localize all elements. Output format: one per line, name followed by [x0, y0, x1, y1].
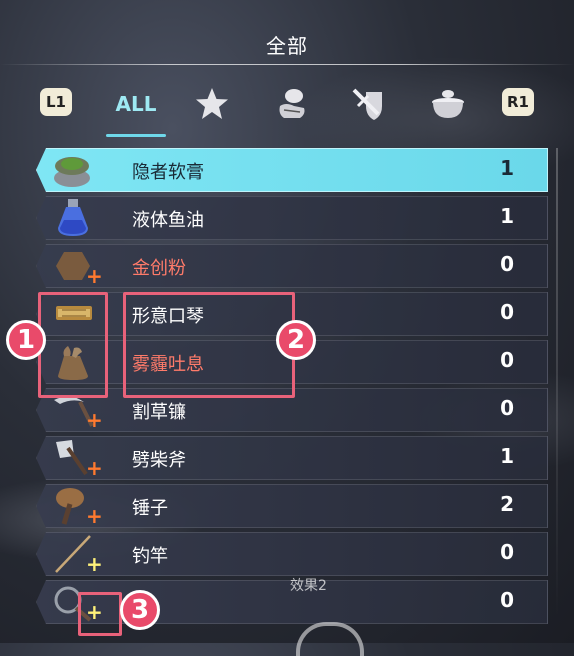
sword-shield-icon — [352, 88, 382, 120]
craftable-plus-icon: + — [86, 408, 103, 432]
item-quantity: 0 — [500, 252, 514, 276]
row-background — [36, 196, 548, 240]
annotation-badge-2: 2 — [276, 320, 316, 360]
list-item[interactable]: + 钓竿 0 — [28, 532, 548, 576]
row-background — [36, 484, 548, 528]
item-quantity: 1 — [500, 204, 514, 228]
list-item[interactable]: 液体鱼油 1 — [28, 196, 548, 240]
craftable-plus-icon: + — [86, 504, 103, 528]
item-name: 劈柴斧 — [132, 450, 186, 471]
tab-all[interactable]: ALL — [110, 86, 162, 122]
annotation-badge-3: 3 — [120, 590, 160, 630]
item-name: 锤子 — [132, 498, 168, 519]
craftable-plus-icon: + — [86, 456, 103, 480]
page-title: 全部 — [266, 34, 308, 58]
item-name: 隐者软膏 — [132, 162, 204, 183]
item-quantity: 0 — [500, 396, 514, 420]
item-quantity: 0 — [500, 588, 514, 612]
category-tabs: L1 ALL R1 — [0, 80, 574, 128]
highlight-box-names — [123, 292, 295, 398]
item-quantity: 0 — [500, 300, 514, 324]
craftable-plus-icon: + — [86, 264, 103, 288]
list-item[interactable]: + 金创粉 0 — [28, 244, 548, 288]
item-name: 钓竿 — [132, 546, 168, 567]
row-background — [36, 436, 548, 480]
highlight-box-icons — [38, 292, 108, 398]
star-icon — [196, 88, 228, 119]
tab-items[interactable] — [268, 86, 316, 122]
item-quantity: 0 — [500, 348, 514, 372]
annotation-badge-1: 1 — [6, 320, 46, 360]
row-background — [36, 532, 548, 576]
cauldron-icon — [432, 90, 464, 118]
row-background — [36, 148, 548, 192]
item-name: 割草镰 — [132, 402, 186, 423]
blue-potion-bottle-icon — [58, 199, 88, 236]
item-name: 金创粉 — [132, 258, 186, 279]
effect-label: 效果2 — [290, 578, 327, 594]
ointment-jar-icon — [54, 157, 90, 187]
item-quantity: 1 — [500, 156, 514, 180]
hand-bag-icon — [279, 89, 305, 118]
active-tab-indicator — [106, 134, 166, 137]
l1-button[interactable]: L1 — [40, 88, 72, 116]
item-quantity: 1 — [500, 444, 514, 468]
craftable-plus-icon: + — [86, 552, 103, 576]
tab-cooking[interactable] — [424, 86, 472, 122]
tab-equipment[interactable] — [344, 86, 392, 122]
list-item[interactable]: + 劈柴斧 1 — [28, 436, 548, 480]
item-name: 液体鱼油 — [132, 210, 204, 231]
title-divider — [0, 64, 574, 65]
r1-button[interactable]: R1 — [502, 88, 534, 116]
list-item[interactable]: 隐者软膏 1 — [28, 148, 548, 192]
highlight-box-plus — [78, 592, 122, 636]
row-background — [36, 244, 548, 288]
item-quantity: 0 — [500, 540, 514, 564]
list-item[interactable]: + 锤子 2 — [28, 484, 548, 528]
scrollbar-track[interactable] — [556, 148, 558, 618]
tab-favorites[interactable] — [190, 86, 234, 122]
item-quantity: 2 — [500, 492, 514, 516]
